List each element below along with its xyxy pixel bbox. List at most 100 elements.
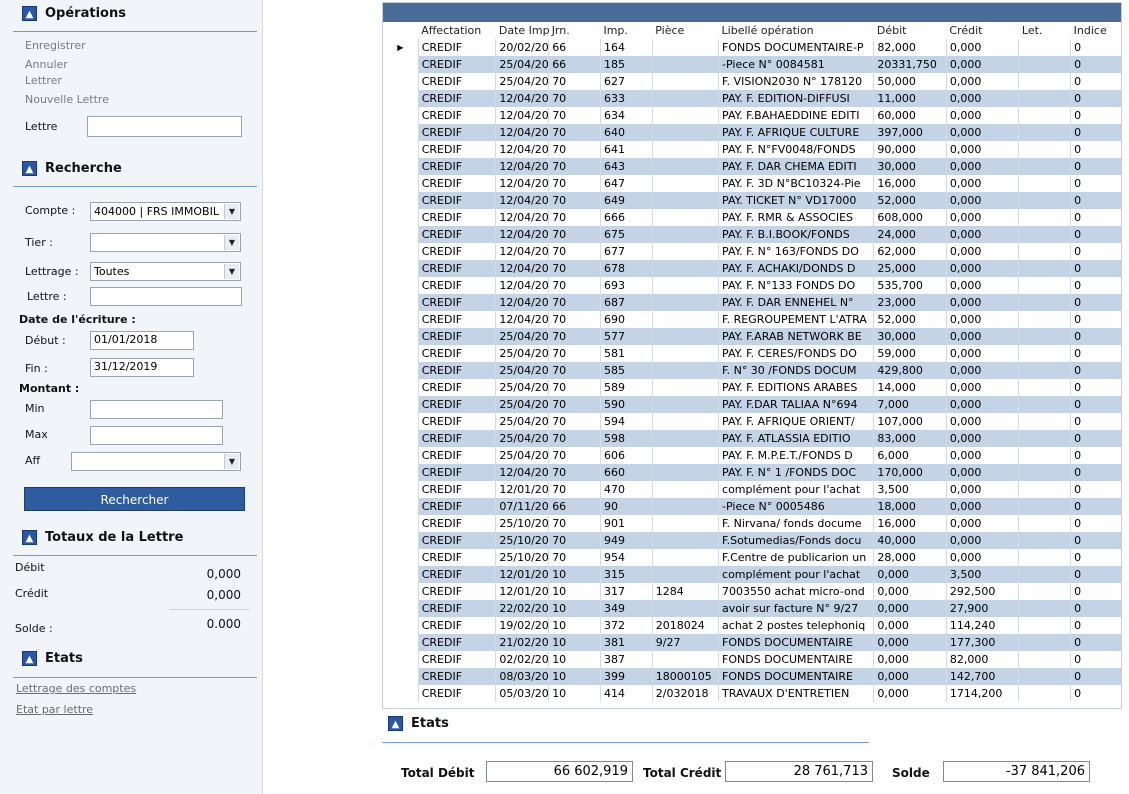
table-row[interactable]: CREDIF25/04/201870594 PAY. F. AFRIQUE ORI…: [383, 413, 1121, 430]
table-cell[interactable]: 0: [1070, 175, 1121, 192]
table-cell[interactable]: CREDIF: [418, 277, 497, 294]
table-cell[interactable]: 66: [548, 498, 601, 515]
table-cell[interactable]: [652, 226, 720, 243]
table-row[interactable]: CREDIF25/04/201870627 F. VISION2030 N° 17…: [383, 73, 1121, 90]
collapse-totaux-icon[interactable]: ▲: [22, 529, 37, 545]
table-cell[interactable]: CREDIF: [418, 141, 497, 158]
table-cell[interactable]: 0: [1070, 39, 1121, 56]
table-row[interactable]: CREDIF12/04/201870633 PAY. F. EDITION-DIF…: [383, 90, 1121, 107]
table-cell[interactable]: 10: [548, 583, 601, 600]
row-header[interactable]: [383, 311, 419, 328]
table-cell[interactable]: 60,000: [873, 107, 947, 124]
table-cell[interactable]: 6,000: [873, 447, 947, 464]
table-cell[interactable]: F. Nirvana/ fonds docume: [718, 515, 875, 532]
table-cell[interactable]: 2018024: [652, 617, 720, 634]
table-row[interactable]: CREDIF25/04/201866185 -Piece N° 008458120…: [383, 56, 1121, 73]
table-cell[interactable]: 70: [548, 90, 601, 107]
table-cell[interactable]: 317: [600, 583, 653, 600]
table-cell[interactable]: PAY. F. 3D N°BC10324-Pie: [718, 175, 875, 192]
table-cell[interactable]: 949: [600, 532, 653, 549]
table-cell[interactable]: 0: [1070, 192, 1121, 209]
table-cell[interactable]: 50,000: [873, 73, 947, 90]
table-cell[interactable]: 12/04/2018: [495, 464, 550, 481]
table-cell[interactable]: 0,000: [946, 158, 1020, 175]
table-cell[interactable]: 25/04/2018: [495, 328, 550, 345]
table-cell[interactable]: 901: [600, 515, 653, 532]
table-cell[interactable]: 677: [600, 243, 653, 260]
table-cell[interactable]: 70: [548, 362, 601, 379]
row-header[interactable]: [383, 73, 419, 90]
table-cell[interactable]: [1018, 413, 1072, 430]
table-cell[interactable]: 0: [1070, 600, 1121, 617]
table-cell[interactable]: CREDIF: [418, 498, 497, 515]
table-cell[interactable]: 18000105: [652, 668, 720, 685]
table-cell[interactable]: CREDIF: [418, 192, 497, 209]
table-cell[interactable]: 0,000: [873, 617, 947, 634]
table-cell[interactable]: PAY. F. RMR & ASSOCIES: [718, 209, 875, 226]
table-cell[interactable]: [1018, 294, 1072, 311]
table-cell[interactable]: [1018, 481, 1072, 498]
table-cell[interactable]: [652, 515, 720, 532]
table-cell[interactable]: 0,000: [946, 209, 1020, 226]
operations-grid[interactable]: Affectation Date Imp. Jrn. Imp. Pièce Li…: [382, 2, 1122, 709]
table-cell[interactable]: PAY. TICKET N° VD17000: [718, 192, 875, 209]
table-row[interactable]: CREDIF25/10/201870949 F.Sotumedias/Fonds …: [383, 532, 1121, 549]
collapse-etats-panel-icon[interactable]: ▲: [388, 715, 403, 731]
table-cell[interactable]: [1018, 566, 1072, 583]
table-cell[interactable]: CREDIF: [418, 464, 497, 481]
table-cell[interactable]: [652, 345, 720, 362]
table-cell[interactable]: 0: [1070, 498, 1121, 515]
table-cell[interactable]: 0: [1070, 617, 1121, 634]
row-header[interactable]: [383, 294, 419, 311]
table-cell[interactable]: 70: [548, 532, 601, 549]
table-row[interactable]: CREDIF12/04/201870666 PAY. F. RMR & ASSOC…: [383, 209, 1121, 226]
table-cell[interactable]: 397,000: [873, 124, 947, 141]
table-cell[interactable]: 0,000: [873, 566, 947, 583]
table-row[interactable]: CREDIF12/04/201870649 PAY. TICKET N° VD17…: [383, 192, 1121, 209]
table-cell[interactable]: 21/02/2018: [495, 634, 550, 651]
row-header[interactable]: [383, 583, 419, 600]
table-cell[interactable]: 0,000: [946, 413, 1020, 430]
table-cell[interactable]: 24,000: [873, 226, 947, 243]
table-cell[interactable]: [652, 209, 720, 226]
table-cell[interactable]: CREDIF: [418, 685, 497, 702]
table-cell[interactable]: [1018, 396, 1072, 413]
table-cell[interactable]: [1018, 464, 1072, 481]
table-row[interactable]: CREDIF22/02/201810349 avoir sur facture N…: [383, 600, 1121, 617]
table-cell[interactable]: 40,000: [873, 532, 947, 549]
table-cell[interactable]: 598: [600, 430, 653, 447]
table-cell[interactable]: [652, 107, 720, 124]
table-cell[interactable]: 693: [600, 277, 653, 294]
table-cell[interactable]: 12/04/2018: [495, 294, 550, 311]
row-header[interactable]: [383, 328, 419, 345]
column-header[interactable]: Libellé opération: [718, 22, 874, 39]
table-row[interactable]: CREDIF12/04/201870678 PAY. F. ACHAKI/DOND…: [383, 260, 1121, 277]
table-cell[interactable]: CREDIF: [418, 634, 497, 651]
table-cell[interactable]: 0: [1070, 73, 1121, 90]
table-cell[interactable]: 0,000: [946, 277, 1020, 294]
table-cell[interactable]: 0,000: [946, 532, 1020, 549]
debut-date-input[interactable]: 01/01/2018: [90, 331, 194, 350]
table-cell[interactable]: 70: [548, 413, 601, 430]
table-cell[interactable]: 25/10/2018: [495, 549, 550, 566]
table-cell[interactable]: [1018, 243, 1072, 260]
lettrage-select[interactable]: Toutes ▼: [90, 262, 241, 281]
table-cell[interactable]: 25/10/2018: [495, 515, 550, 532]
table-cell[interactable]: [1018, 362, 1072, 379]
table-cell[interactable]: CREDIF: [418, 260, 497, 277]
table-cell[interactable]: 660: [600, 464, 653, 481]
table-cell[interactable]: 70: [548, 447, 601, 464]
table-cell[interactable]: 12/04/2018: [495, 226, 550, 243]
chevron-down-icon[interactable]: ▼: [224, 235, 239, 250]
table-cell[interactable]: 0,000: [946, 515, 1020, 532]
table-cell[interactable]: 399: [600, 668, 653, 685]
table-cell[interactable]: 0,000: [946, 464, 1020, 481]
table-cell[interactable]: 70: [548, 379, 601, 396]
min-input[interactable]: [90, 400, 223, 419]
table-cell[interactable]: 0: [1070, 260, 1121, 277]
table-row[interactable]: CREDIF12/04/201870675 PAY. F. B.I.BOOK/FO…: [383, 226, 1121, 243]
table-cell[interactable]: 05/03/2018: [495, 685, 550, 702]
table-cell[interactable]: 52,000: [873, 311, 947, 328]
table-cell[interactable]: 70: [548, 209, 601, 226]
table-cell[interactable]: CREDIF: [418, 294, 497, 311]
